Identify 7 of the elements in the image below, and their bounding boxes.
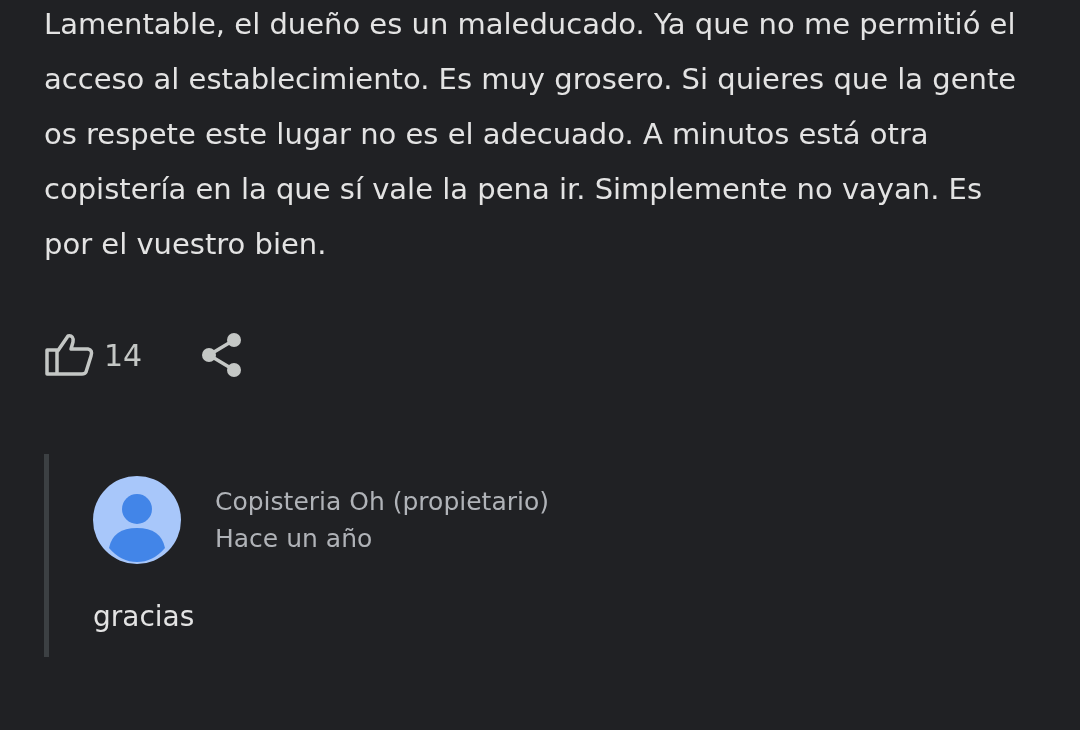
- thumbs-up-icon: [44, 332, 94, 378]
- owner-name: Copisteria Oh (propietario): [215, 487, 549, 516]
- avatar-icon: [93, 476, 181, 564]
- reply-time: Hace un año: [215, 524, 374, 553]
- like-button[interactable]: 14: [44, 332, 143, 378]
- reply-text: gracias: [93, 600, 196, 633]
- review-text: Lamentable, el dueño es un maleducado. Ya que no me permitió el acceso al establecimiento. Es muy grosero. Si quieres que la gente os respete este lugar no es el adecuado. A minutos está otra copistería en la que sí vale la pena ir. Simplemente no vayan. Es por el vuestro bien.: [44, 6, 1018, 263]
